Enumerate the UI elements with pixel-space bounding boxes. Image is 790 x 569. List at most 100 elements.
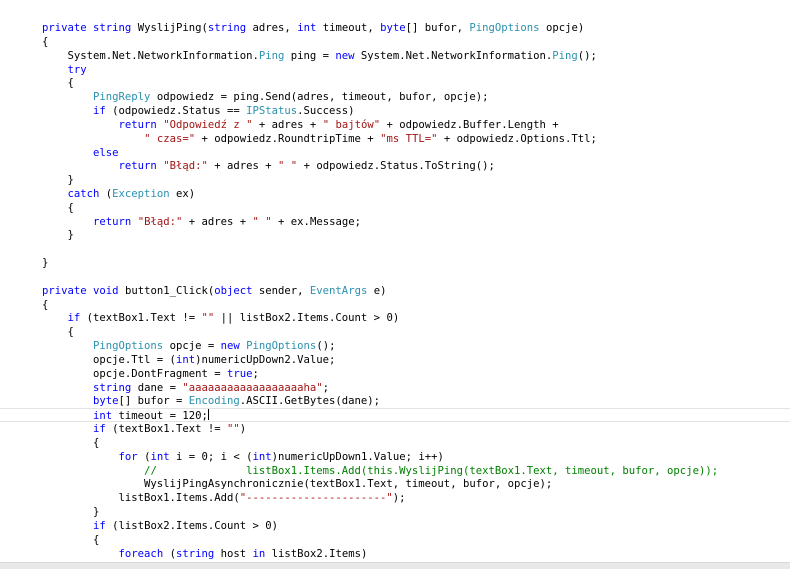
code-token: ( [137,450,151,463]
code-line[interactable]: catch (Exception ex) [0,187,790,201]
code-line-text: private string WyslijPing(string adres, … [42,21,584,35]
code-token: return [118,160,157,173]
code-token: if [67,312,81,325]
code-token: " czas=" [144,132,196,145]
code-token: )numericUpDown2.Value; [195,353,336,366]
code-token: string [175,547,215,560]
code-token: byte [93,395,119,408]
code-line[interactable]: // listBox1.Items.Add(this.WyslijPing(te… [0,464,790,478]
code-line[interactable]: { [0,76,790,90]
code-token: ; [252,367,259,380]
code-line[interactable]: if (textBox1.Text != "") [0,422,790,436]
code-line[interactable]: if (odpowiedz.Status == IPStatus.Success… [0,104,790,118]
code-token: in [252,547,266,560]
code-line[interactable]: { [0,201,790,215]
code-line[interactable]: try [0,63,790,77]
code-line[interactable]: PingOptions opcje = new PingOptions(); [0,339,790,353]
code-line-text: { [42,76,74,90]
code-line[interactable]: System.Net.NetworkInformation.Ping ping … [0,49,790,63]
code-token: Exception [112,188,170,200]
code-line[interactable]: opcje.DontFragment = true; [0,367,790,381]
code-line[interactable]: if (textBox1.Text != "" || listBox2.Item… [0,311,790,325]
code-token: { [42,298,49,311]
code-line[interactable]: else [0,146,790,160]
code-token: } [42,229,74,242]
code-token: void [93,284,119,297]
code-token: } [42,174,74,187]
code-token: "----------------------" [239,492,393,505]
code-token: { [42,436,100,449]
code-token: PingOptions [246,340,317,353]
code-token: new [335,49,355,62]
code-line-text: if (listBox2.Items.Count > 0) [42,519,278,533]
code-token: WyslijPingAsynchronicznie(textBox1.Text,… [42,478,553,491]
code-token: i = 0; i < ( [169,450,253,463]
code-line[interactable]: " czas=" + odpowiedz.RoundtripTime + "ms… [0,132,790,146]
code-line[interactable]: foreach (string host in listBox2.Items) [0,547,790,561]
code-token: host [214,547,253,560]
code-line[interactable]: byte[] bufor = Encoding.ASCII.GetBytes(d… [0,394,790,408]
code-line[interactable]: if (listBox2.Items.Count > 0) [0,519,790,533]
code-token: Encoding [188,395,240,408]
code-line[interactable]: } [0,228,790,242]
code-line[interactable]: } [0,173,790,187]
code-line[interactable]: } [0,256,790,270]
code-line-text: { [42,298,48,312]
code-line[interactable]: return "Błąd:" + adres + " " + odpowiedz… [0,159,790,173]
code-line[interactable]: private string WyslijPing(string adres, … [0,21,790,35]
code-token: opcje.DontFragment = [42,367,227,380]
code-line[interactable]: { [0,325,790,339]
code-token: "ms TTL=" [380,132,438,145]
code-editor[interactable]: private string WyslijPing(string adres, … [0,0,790,563]
code-line-text: } [42,173,74,187]
code-token: { [42,201,74,214]
code-line[interactable] [0,242,790,256]
code-line-text: } [42,228,74,242]
code-line[interactable]: { [0,436,790,450]
code-line-text: return "Odpowiedź z " + adres + " bajtów… [42,118,559,132]
code-line[interactable]: return "Błąd:" + adres + " " + ex.Messag… [0,215,790,229]
code-line[interactable]: { [0,298,790,312]
code-line[interactable]: } [0,505,790,519]
horizontal-scrollbar[interactable] [0,562,790,569]
code-line[interactable]: for (int i = 0; i < (int)numericUpDown1.… [0,450,790,464]
code-token: "aaaaaaaaaaaaaaaaaaha" [182,381,323,394]
code-token: ) [239,423,247,436]
code-line[interactable]: PingReply odpowiedz = ping.Send(adres, t… [0,90,790,104]
code-token: " bajtów" [322,118,381,131]
code-line[interactable]: int timeout = 120; [0,408,790,423]
code-line[interactable]: listBox1.Items.Add("--------------------… [0,491,790,505]
code-token: { [42,326,74,339]
code-token: private [42,284,87,297]
code-token: .Success) [297,105,355,117]
code-token: { [42,77,74,90]
code-token: int [93,410,113,423]
code-token: // listBox1.Items.Add(this.WyslijPing(te… [144,464,719,477]
code-line-text: int timeout = 120; [42,409,209,422]
code-line[interactable]: WyslijPingAsynchronicznie(textBox1.Text,… [0,477,790,491]
code-token: ping = [284,49,336,62]
code-line[interactable]: string dane = "aaaaaaaaaaaaaaaaaaha"; [0,381,790,395]
code-token: if [93,423,106,436]
code-line-text: return "Błąd:" + adres + " " + ex.Messag… [42,215,361,229]
code-line[interactable] [0,270,790,284]
code-token: { [42,533,100,546]
code-line-text: { [42,201,74,215]
code-token: int [297,22,317,34]
code-line[interactable]: opcje.Ttl = (int)numericUpDown2.Value; [0,353,790,367]
code-line[interactable]: { [0,533,790,547]
code-line[interactable]: private void button1_Click(object sender… [0,284,790,298]
code-line[interactable]: return "Odpowiedź z " + adres + " bajtów… [0,118,790,132]
code-line-text: try [42,63,87,77]
code-token: listBox2.Items) [265,547,368,560]
code-token: (textBox1.Text != [80,312,202,325]
code-line[interactable]: { [0,35,790,49]
code-token: "" [226,423,240,436]
